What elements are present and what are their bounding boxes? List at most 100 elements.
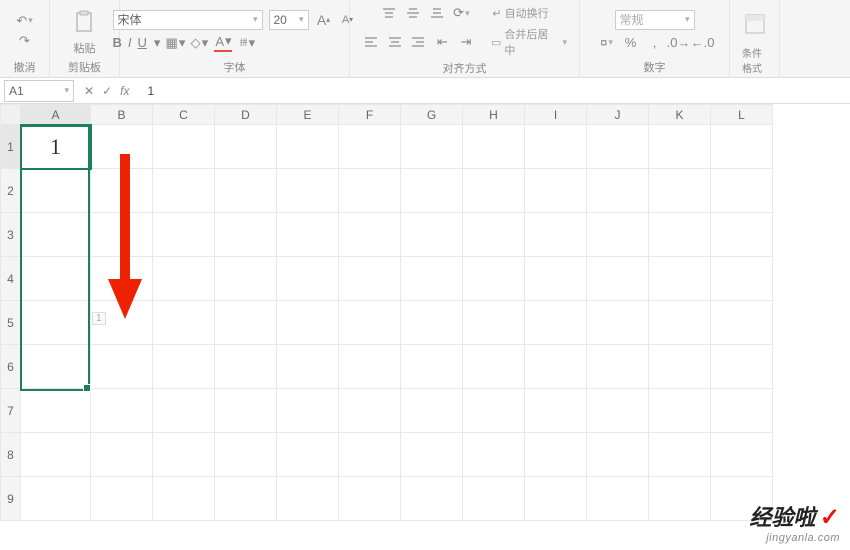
cell[interactable] [21,477,91,521]
redo-icon[interactable]: ↷ [16,32,34,50]
row-header[interactable]: 1 [1,125,21,169]
cell[interactable] [215,301,277,345]
cell[interactable] [91,213,153,257]
cell[interactable] [91,257,153,301]
cell[interactable] [339,257,401,301]
cell[interactable] [91,433,153,477]
align-center-icon[interactable] [386,35,404,49]
align-left-icon[interactable] [362,35,380,49]
cell[interactable] [711,389,773,433]
cell[interactable] [153,389,215,433]
cell[interactable] [153,169,215,213]
align-right-icon[interactable] [410,35,428,49]
cell[interactable] [711,125,773,169]
underline-button[interactable]: U [138,35,147,50]
cell[interactable] [525,125,587,169]
number-format-select[interactable]: 常规▾ [615,10,695,30]
cell[interactable] [215,389,277,433]
cell[interactable] [463,125,525,169]
merge-center-button[interactable]: ▭ 合并后居中▾ [491,26,567,58]
cell[interactable] [277,301,339,345]
col-header[interactable]: A [21,105,91,125]
font-color-button[interactable]: A▾ [214,34,232,52]
cell[interactable] [277,257,339,301]
cell[interactable] [21,389,91,433]
cell[interactable] [153,433,215,477]
align-top-icon[interactable] [380,6,398,20]
cell[interactable] [339,169,401,213]
align-bottom-icon[interactable] [428,6,446,20]
cell[interactable] [401,345,463,389]
cell[interactable] [277,389,339,433]
cell[interactable] [401,213,463,257]
cell[interactable] [525,433,587,477]
col-header[interactable]: I [525,105,587,125]
row-header[interactable]: 8 [1,433,21,477]
col-header[interactable]: L [711,105,773,125]
select-all-corner[interactable] [1,105,21,125]
cell[interactable] [649,345,711,389]
cell[interactable] [587,125,649,169]
cell[interactable] [463,169,525,213]
border-button[interactable]: ▦▾ [166,34,184,52]
increase-decimal-icon[interactable]: .0→ [670,34,688,52]
cell[interactable] [587,345,649,389]
cell[interactable] [649,433,711,477]
cell[interactable] [153,345,215,389]
cell[interactable] [21,345,91,389]
bold-button[interactable]: B [113,35,122,50]
cell[interactable] [463,477,525,521]
cell[interactable] [277,345,339,389]
cell[interactable] [711,345,773,389]
col-header[interactable]: K [649,105,711,125]
cell[interactable] [649,389,711,433]
cell[interactable] [463,213,525,257]
row-header[interactable]: 5 [1,301,21,345]
decrease-decimal-icon[interactable]: ←.0 [694,34,712,52]
cell-A1[interactable]: 1 [21,125,91,169]
cell[interactable] [649,213,711,257]
cell[interactable] [21,433,91,477]
cell[interactable] [401,301,463,345]
font-name-select[interactable]: 宋体▾ [113,10,263,30]
cell[interactable] [339,213,401,257]
cell[interactable] [215,345,277,389]
cell[interactable] [525,345,587,389]
cell[interactable] [277,213,339,257]
cell[interactable] [587,477,649,521]
cell[interactable] [21,213,91,257]
cell[interactable] [649,477,711,521]
cell[interactable] [215,213,277,257]
cell[interactable] [401,433,463,477]
cell[interactable] [153,125,215,169]
cell[interactable] [91,389,153,433]
align-middle-icon[interactable] [404,6,422,20]
cell[interactable] [215,125,277,169]
col-header[interactable]: F [339,105,401,125]
cell[interactable] [401,477,463,521]
cell[interactable] [587,169,649,213]
cell[interactable] [215,433,277,477]
cell[interactable] [711,301,773,345]
col-header[interactable]: G [401,105,463,125]
currency-icon[interactable]: ¤▾ [598,34,616,52]
comma-icon[interactable]: , [646,34,664,52]
fx-icon[interactable]: fx [120,84,129,98]
cell[interactable] [525,301,587,345]
cell[interactable] [401,257,463,301]
row-header[interactable]: 3 [1,213,21,257]
cancel-formula-icon[interactable]: ✕ [84,84,94,98]
col-header[interactable]: D [215,105,277,125]
cell[interactable] [587,213,649,257]
cell[interactable] [711,257,773,301]
undo-icon[interactable]: ↶▾ [16,12,34,30]
cell[interactable] [463,345,525,389]
font-size-select[interactable]: 20▾ [269,10,309,30]
indent-increase-icon[interactable]: ⇥ [457,33,475,51]
cell[interactable] [525,213,587,257]
cell[interactable] [21,169,91,213]
cell[interactable] [277,477,339,521]
orientation-icon[interactable]: ⟳▾ [452,4,470,22]
row-header[interactable]: 7 [1,389,21,433]
cell[interactable] [339,301,401,345]
